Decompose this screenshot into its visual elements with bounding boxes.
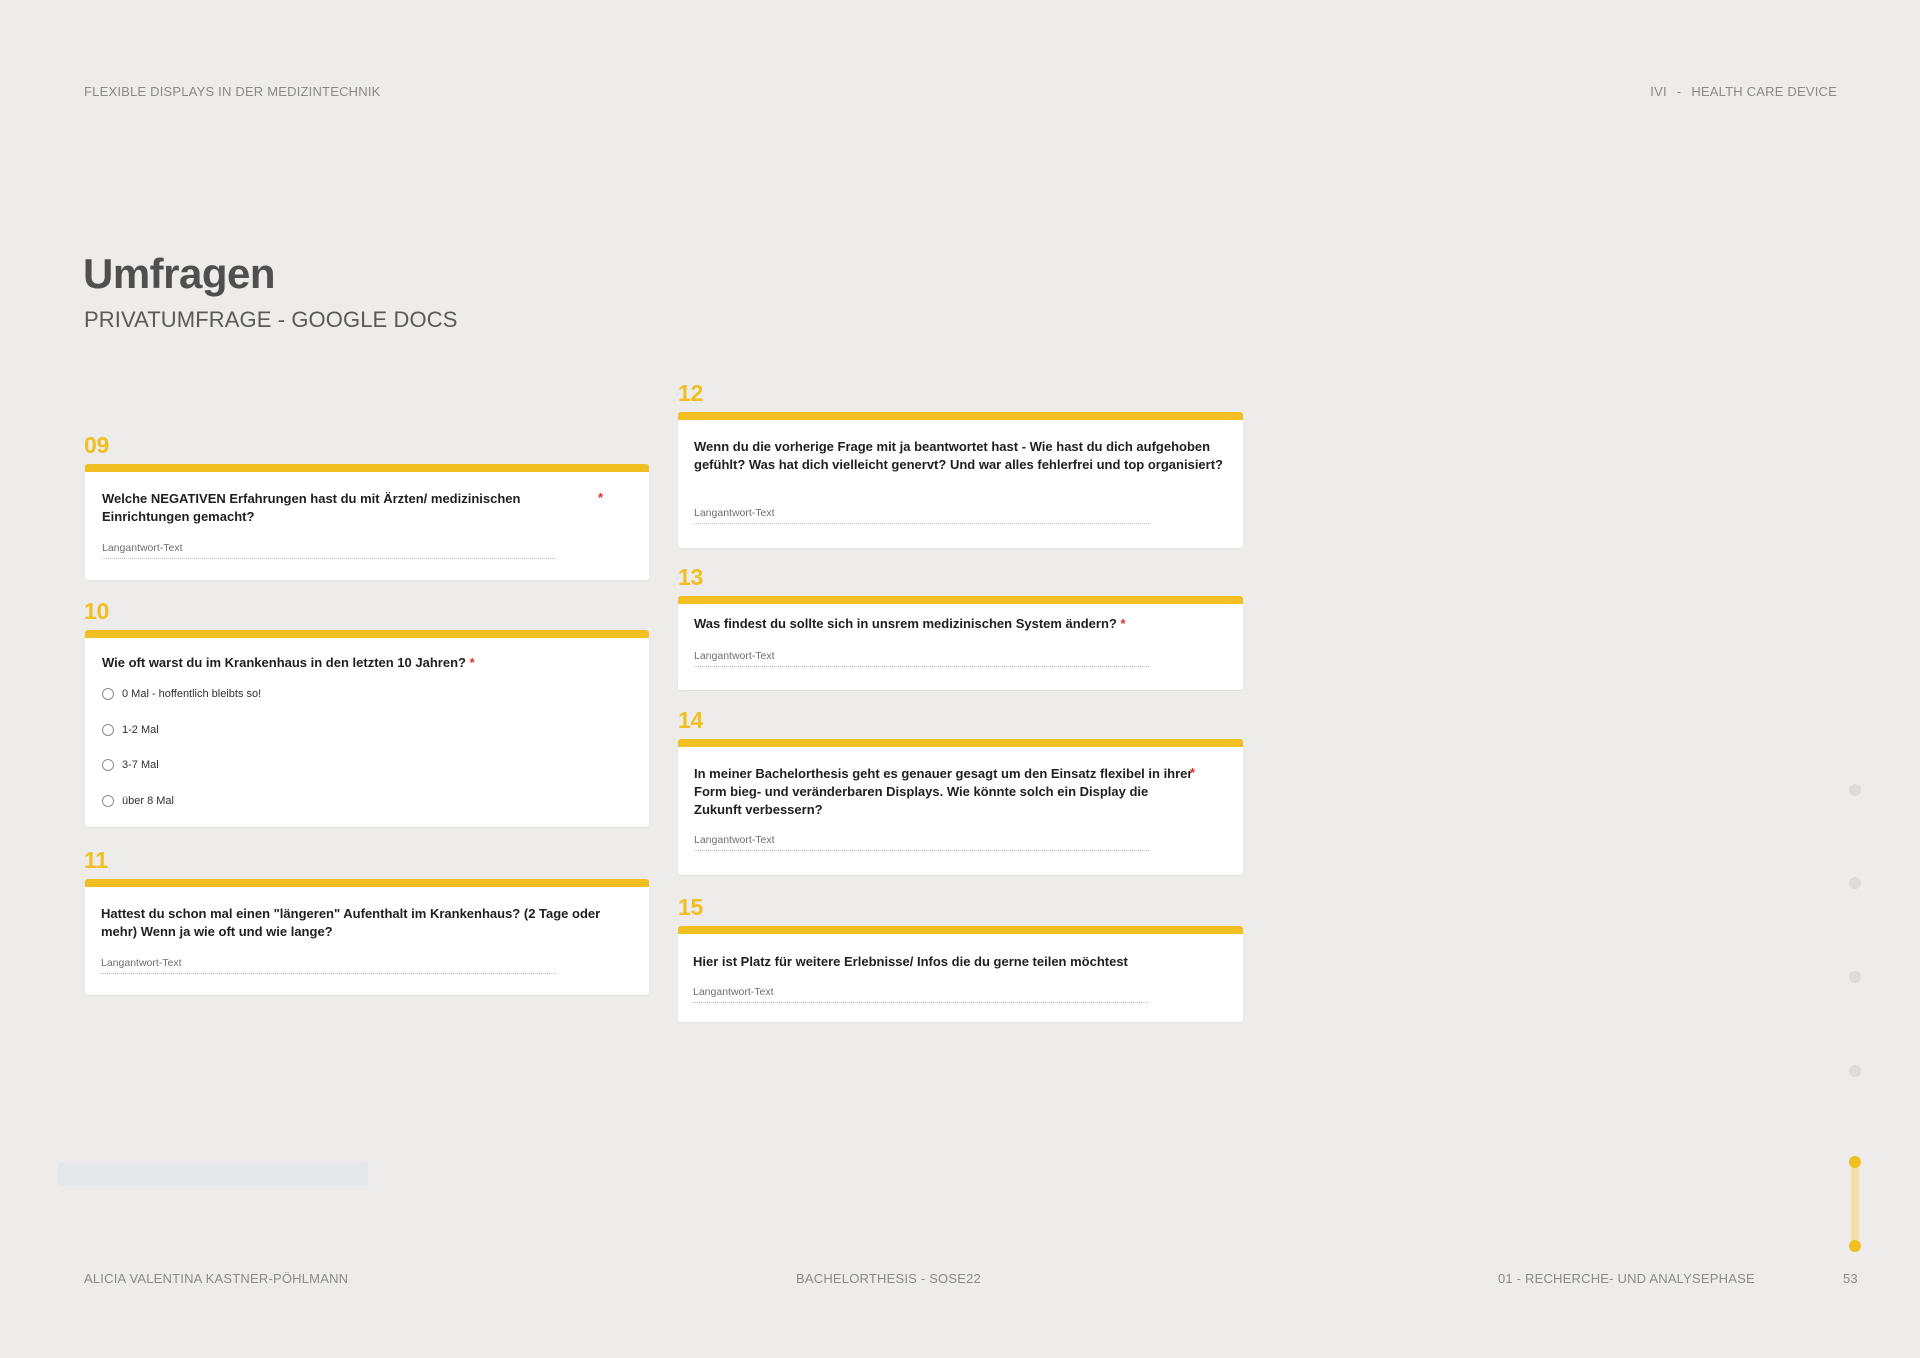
question-card-09: Welche NEGATIVEN Erfahrungen hast du mit… — [85, 464, 649, 580]
radio-circle-icon[interactable] — [102, 724, 114, 736]
required-asterisk: * — [469, 655, 475, 670]
question-text: Hier ist Platz für weitere Erlebnisse/ I… — [693, 954, 1128, 969]
option-label: 3-7 Mal — [122, 759, 159, 771]
option-label: über 8 Mal — [122, 795, 174, 807]
radio-circle-icon[interactable] — [102, 688, 114, 700]
question-text: Wenn du die vorherige Frage mit ja beant… — [694, 439, 1223, 472]
page-nav-dot-active[interactable] — [1849, 1156, 1861, 1168]
footer-author: ALICIA VALENTINA KASTNER-PÖHLMANN — [84, 1271, 349, 1286]
long-answer-field[interactable]: Langantwort-Text — [694, 507, 1149, 524]
required-asterisk: * — [1190, 765, 1196, 780]
question-text-row: Was findest du sollte sich in unsrem med… — [694, 615, 1126, 633]
document-header-title: FLEXIBLE DISPLAYS IN DER MEDIZINTECHNIK — [84, 84, 381, 99]
question-card-15: Hier ist Platz für weitere Erlebnisse/ I… — [678, 926, 1243, 1022]
footer-center: BACHELORTHESIS - SOSE22 — [796, 1271, 981, 1286]
header-separator: - — [1676, 84, 1682, 99]
option-label: 0 Mal - hoffentlich bleibts so! — [122, 688, 262, 700]
question-card-12: Wenn du die vorherige Frage mit ja beant… — [678, 412, 1243, 548]
page-title: Umfragen — [83, 250, 276, 297]
question-text: Was findest du sollte sich in unsrem med… — [694, 616, 1117, 631]
long-answer-field[interactable]: Langantwort-Text — [694, 650, 1149, 667]
question-number: 10 — [84, 598, 109, 624]
page-number: 53 — [1843, 1271, 1858, 1286]
long-answer-field[interactable]: Langantwort-Text — [102, 542, 555, 559]
question-text: In meiner Bachelorthesis geht es genauer… — [694, 766, 1193, 817]
long-answer-field[interactable]: Langantwort-Text — [693, 986, 1148, 1003]
radio-option[interactable]: 0 Mal - hoffentlich bleibts so! — [102, 688, 261, 700]
header-label: HEALTH CARE DEVICE — [1691, 84, 1837, 99]
question-text: Welche NEGATIVEN Erfahrungen hast du mit… — [102, 491, 521, 524]
page-nav-dot-active[interactable] — [1849, 1240, 1861, 1252]
radio-circle-icon[interactable] — [102, 759, 114, 771]
question-number: 14 — [678, 707, 703, 733]
page-nav-dot[interactable] — [1849, 971, 1861, 983]
radio-option[interactable]: 3-7 Mal — [102, 759, 159, 771]
question-text: Hattest du schon mal einen "längeren" Au… — [101, 906, 601, 939]
question-number: 11 — [84, 847, 108, 873]
required-asterisk: * — [1120, 616, 1126, 631]
document-header-right: IVI - HEALTH CARE DEVICE — [1650, 84, 1837, 99]
page-nav-active-track — [1851, 1160, 1859, 1246]
radio-option[interactable]: 1-2 Mal — [102, 724, 159, 736]
page-subtitle: PRIVATUMFRAGE - GOOGLE DOCS — [84, 307, 458, 332]
question-number: 09 — [84, 432, 109, 458]
footer-section: 01 - RECHERCHE- UND ANALYSEPHASE — [1498, 1271, 1755, 1286]
option-label: 1-2 Mal — [122, 724, 159, 736]
question-card-14: In meiner Bachelorthesis geht es genauer… — [678, 739, 1243, 875]
question-number: 15 — [678, 894, 703, 920]
page-nav-dot[interactable] — [1849, 784, 1861, 796]
question-number: 13 — [678, 564, 703, 590]
header-code: IVI — [1650, 84, 1667, 99]
question-number: 12 — [678, 380, 703, 406]
question-text: Wie oft warst du im Krankenhaus in den l… — [102, 655, 466, 670]
radio-option[interactable]: über 8 Mal — [102, 795, 174, 807]
long-answer-field[interactable]: Langantwort-Text — [694, 834, 1149, 851]
question-card-13: Was findest du sollte sich in unsrem med… — [678, 596, 1243, 690]
faint-bar — [58, 1162, 368, 1186]
question-text-row: Wie oft warst du im Krankenhaus in den l… — [102, 654, 475, 672]
page-nav-dot[interactable] — [1849, 1065, 1861, 1077]
radio-circle-icon[interactable] — [102, 795, 114, 807]
question-card-11: Hattest du schon mal einen "längeren" Au… — [85, 879, 649, 995]
long-answer-field[interactable]: Langantwort-Text — [101, 957, 556, 974]
question-card-10: Wie oft warst du im Krankenhaus in den l… — [85, 630, 649, 827]
required-asterisk: * — [598, 490, 604, 505]
page-nav-dot[interactable] — [1849, 877, 1861, 889]
